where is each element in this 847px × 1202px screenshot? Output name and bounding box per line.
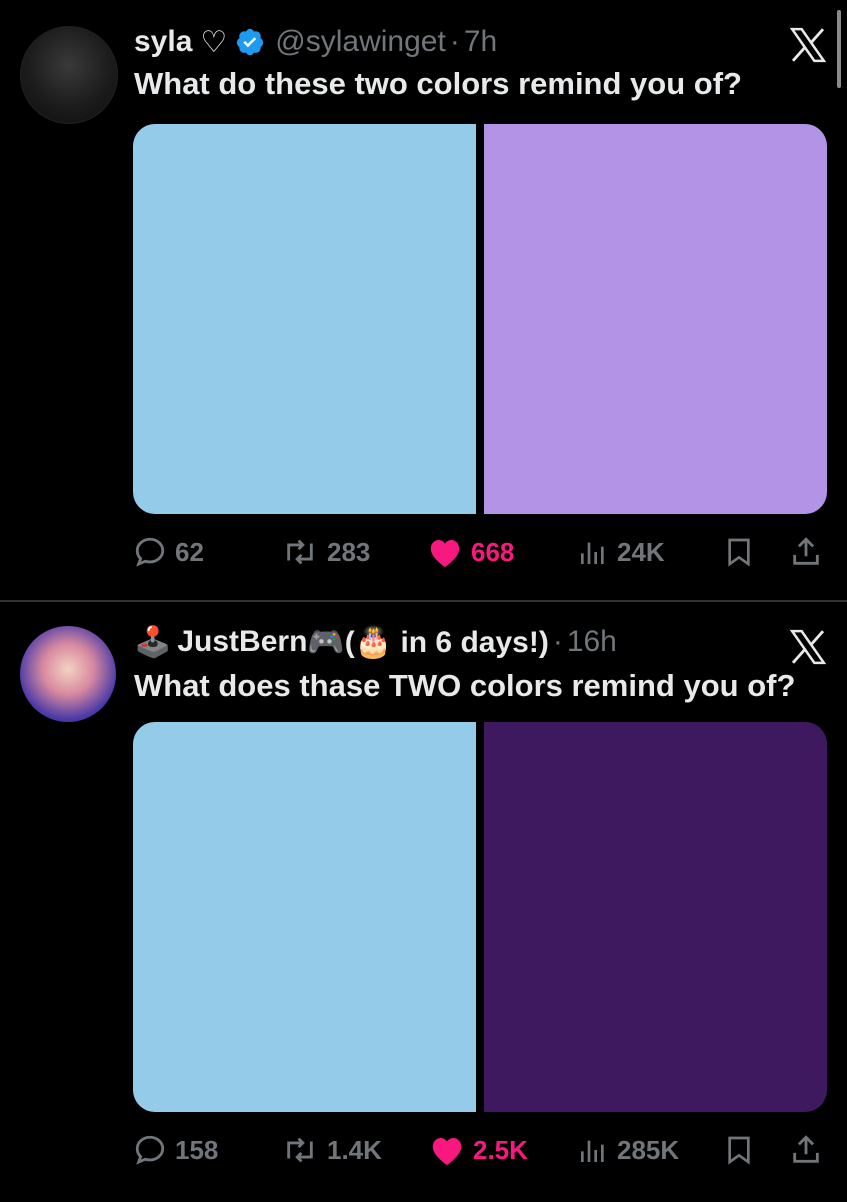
views-count: 24K: [617, 536, 665, 567]
color-swatch-right: [484, 124, 827, 514]
author-handle[interactable]: @sylawinget: [275, 25, 446, 59]
name-heart-suffix: ♡: [200, 25, 228, 59]
media-divider: [476, 124, 484, 514]
media-divider: [476, 722, 484, 1112]
verified-badge-icon: [237, 28, 264, 56]
like-count: 2.5K: [473, 1134, 528, 1165]
timestamp[interactable]: 7h: [464, 25, 497, 59]
timestamp[interactable]: 16h: [567, 625, 617, 659]
author-name[interactable]: syla: [134, 25, 192, 59]
views-button[interactable]: 24K: [577, 532, 665, 572]
color-swatch-right: [484, 722, 827, 1112]
share-button[interactable]: [789, 1130, 823, 1170]
action-bar: 158 1.4K 2.5K 285K: [133, 1130, 827, 1170]
x-logo-icon[interactable]: [789, 628, 827, 666]
color-swatch-left: [133, 124, 476, 514]
bookmark-icon: [728, 538, 750, 567]
reply-button[interactable]: 158: [133, 1130, 218, 1170]
share-icon: [793, 1135, 819, 1163]
x-logo-icon[interactable]: [789, 26, 827, 64]
author-name[interactable]: JustBern: [177, 625, 307, 659]
repost-icon: [287, 1137, 313, 1163]
views-icon: [581, 542, 604, 564]
reply-count: 62: [175, 536, 204, 567]
bookmark-button[interactable]: [723, 1130, 755, 1170]
reply-icon: [135, 1135, 165, 1165]
repost-count: 283: [327, 536, 371, 567]
repost-button[interactable]: 1.4K: [281, 1130, 382, 1170]
avatar[interactable]: [20, 626, 116, 722]
heart-filled-icon: [430, 540, 460, 567]
tweet-media[interactable]: [133, 124, 827, 514]
tweet-header: syla ♡ @sylawinget · 7h: [134, 22, 497, 62]
separator-dot: ·: [552, 625, 563, 658]
repost-button[interactable]: 283: [281, 532, 370, 572]
bookmark-button[interactable]: [723, 532, 755, 572]
views-button[interactable]: 285K: [577, 1130, 679, 1170]
reply-count: 158: [175, 1134, 219, 1165]
avatar[interactable]: [20, 26, 118, 124]
action-bar: 62 283 668 24K: [133, 532, 827, 572]
share-button[interactable]: [789, 532, 823, 572]
separator-dot: ·: [449, 25, 460, 58]
color-swatch-left: [133, 722, 476, 1112]
tweet-1[interactable]: syla ♡ @sylawinget · 7h What do these tw…: [0, 0, 847, 600]
like-button[interactable]: 668: [427, 532, 514, 572]
tweet-text: What do these two colors remind you of?: [134, 66, 742, 101]
tweet-media[interactable]: [133, 722, 827, 1112]
reply-icon: [135, 537, 165, 567]
reply-button[interactable]: 62: [133, 532, 204, 572]
author-name-suffix: 🎮(🎂 in 6 days!): [307, 625, 549, 659]
like-button[interactable]: 2.5K: [429, 1130, 528, 1170]
share-icon: [793, 537, 819, 565]
bookmark-icon: [728, 1136, 750, 1165]
views-count: 285K: [617, 1134, 680, 1165]
repost-count: 1.4K: [327, 1134, 382, 1165]
like-count: 668: [471, 536, 515, 567]
author-name-prefix: 🕹️: [134, 625, 172, 659]
views-icon: [581, 1140, 604, 1162]
tweet-text: What does thase TWO colors remind you of…: [134, 668, 796, 703]
tweet-header: 🕹️ JustBern 🎮(🎂 in 6 days!) · 16h: [134, 622, 617, 662]
repost-icon: [287, 539, 313, 565]
heart-filled-icon: [432, 1138, 462, 1165]
tweet-2[interactable]: 🕹️ JustBern 🎮(🎂 in 6 days!) · 16h What d…: [0, 602, 847, 1202]
